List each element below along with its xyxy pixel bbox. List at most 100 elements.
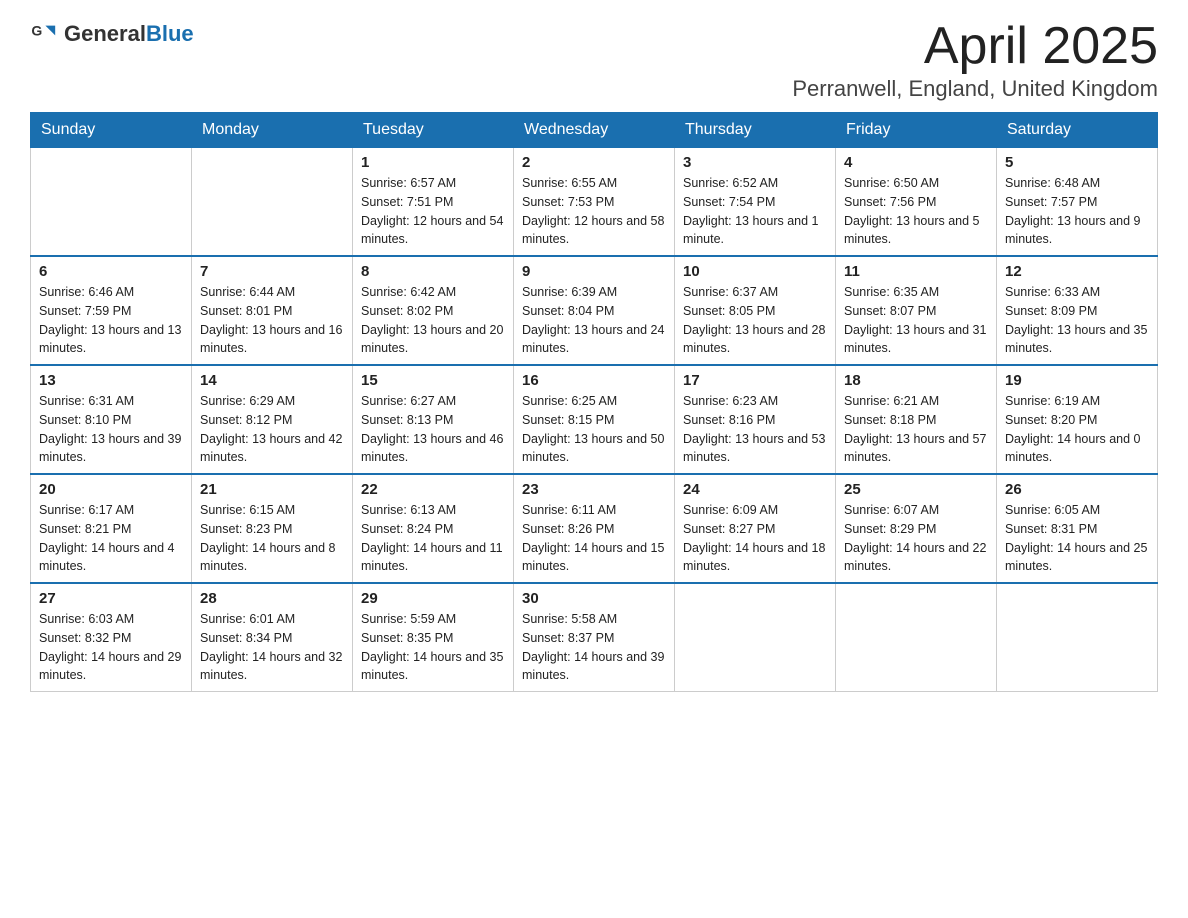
calendar-table: Sunday Monday Tuesday Wednesday Thursday… bbox=[30, 112, 1158, 692]
calendar-week-row: 20Sunrise: 6:17 AMSunset: 8:21 PMDayligh… bbox=[31, 474, 1158, 583]
calendar-cell: 19 Sunrise: 6:19 AMSunset: 8:20 PMDayligh… bbox=[997, 365, 1158, 474]
day-info: Sunrise: 6:01 AMSunset: 8:34 PMDaylight:… bbox=[200, 610, 344, 685]
title-block: April 2025 Perranwell, England, United K… bbox=[792, 20, 1158, 102]
day-number: 2 bbox=[522, 154, 666, 171]
day-number: 7 bbox=[200, 263, 344, 280]
day-info: Sunrise: 6:27 AMSunset: 8:13 PMDaylight:… bbox=[361, 392, 505, 467]
calendar-cell: 30 Sunrise: 5:58 AMSunset: 8:37 PMDayligh… bbox=[514, 583, 675, 692]
day-number: 23 bbox=[522, 481, 666, 498]
col-friday: Friday bbox=[836, 113, 997, 148]
day-number: 17 bbox=[683, 372, 827, 389]
day-info: Sunrise: 6:57 AMSunset: 7:51 PMDaylight:… bbox=[361, 174, 505, 249]
month-title: April 2025 bbox=[792, 20, 1158, 72]
calendar-cell: 7 Sunrise: 6:44 AMSunset: 8:01 PMDaylight… bbox=[192, 256, 353, 365]
calendar-cell: 21 Sunrise: 6:15 AMSunset: 8:23 PMDayligh… bbox=[192, 474, 353, 583]
calendar-cell: 29 Sunrise: 5:59 AMSunset: 8:35 PMDayligh… bbox=[353, 583, 514, 692]
day-number: 8 bbox=[361, 263, 505, 280]
day-info: Sunrise: 6:03 AMSunset: 8:32 PMDaylight:… bbox=[39, 610, 183, 685]
day-number: 10 bbox=[683, 263, 827, 280]
day-number: 21 bbox=[200, 481, 344, 498]
day-info: Sunrise: 6:17 AMSunset: 8:21 PMDaylight:… bbox=[39, 501, 183, 576]
day-number: 29 bbox=[361, 590, 505, 607]
day-number: 14 bbox=[200, 372, 344, 389]
calendar-cell bbox=[675, 583, 836, 692]
day-info: Sunrise: 6:25 AMSunset: 8:15 PMDaylight:… bbox=[522, 392, 666, 467]
location-title: Perranwell, England, United Kingdom bbox=[792, 76, 1158, 102]
calendar-cell: 12 Sunrise: 6:33 AMSunset: 8:09 PMDayligh… bbox=[997, 256, 1158, 365]
calendar-cell: 24 Sunrise: 6:09 AMSunset: 8:27 PMDayligh… bbox=[675, 474, 836, 583]
day-number: 13 bbox=[39, 372, 183, 389]
calendar-cell bbox=[31, 148, 192, 257]
logo: G GeneralBlue bbox=[30, 20, 194, 48]
calendar-cell: 15Sunrise: 6:27 AMSunset: 8:13 PMDayligh… bbox=[353, 365, 514, 474]
day-number: 28 bbox=[200, 590, 344, 607]
col-tuesday: Tuesday bbox=[353, 113, 514, 148]
calendar-cell: 4 Sunrise: 6:50 AMSunset: 7:56 PMDaylight… bbox=[836, 148, 997, 257]
day-info: Sunrise: 6:44 AMSunset: 8:01 PMDaylight:… bbox=[200, 283, 344, 358]
calendar-cell: 25Sunrise: 6:07 AMSunset: 8:29 PMDayligh… bbox=[836, 474, 997, 583]
day-number: 6 bbox=[39, 263, 183, 280]
col-monday: Monday bbox=[192, 113, 353, 148]
calendar-cell bbox=[997, 583, 1158, 692]
day-number: 22 bbox=[361, 481, 505, 498]
calendar-cell: 20Sunrise: 6:17 AMSunset: 8:21 PMDayligh… bbox=[31, 474, 192, 583]
day-info: Sunrise: 6:29 AMSunset: 8:12 PMDaylight:… bbox=[200, 392, 344, 467]
day-info: Sunrise: 6:35 AMSunset: 8:07 PMDaylight:… bbox=[844, 283, 988, 358]
day-info: Sunrise: 6:15 AMSunset: 8:23 PMDaylight:… bbox=[200, 501, 344, 576]
day-number: 3 bbox=[683, 154, 827, 171]
day-number: 25 bbox=[844, 481, 988, 498]
general-blue-logo-icon: G bbox=[30, 20, 58, 48]
day-info: Sunrise: 6:05 AMSunset: 8:31 PMDaylight:… bbox=[1005, 501, 1149, 576]
day-info: Sunrise: 6:39 AMSunset: 8:04 PMDaylight:… bbox=[522, 283, 666, 358]
day-number: 19 bbox=[1005, 372, 1149, 389]
calendar-cell: 10 Sunrise: 6:37 AMSunset: 8:05 PMDayligh… bbox=[675, 256, 836, 365]
day-info: Sunrise: 6:37 AMSunset: 8:05 PMDaylight:… bbox=[683, 283, 827, 358]
calendar-cell: 3 Sunrise: 6:52 AMSunset: 7:54 PMDaylight… bbox=[675, 148, 836, 257]
day-info: Sunrise: 6:46 AMSunset: 7:59 PMDaylight:… bbox=[39, 283, 183, 358]
day-info: Sunrise: 6:21 AMSunset: 8:18 PMDaylight:… bbox=[844, 392, 988, 467]
day-info: Sunrise: 6:09 AMSunset: 8:27 PMDaylight:… bbox=[683, 501, 827, 576]
day-number: 26 bbox=[1005, 481, 1149, 498]
col-wednesday: Wednesday bbox=[514, 113, 675, 148]
day-info: Sunrise: 6:19 AMSunset: 8:20 PMDaylight:… bbox=[1005, 392, 1149, 467]
logo-blue-text: Blue bbox=[146, 21, 194, 46]
calendar-cell: 13 Sunrise: 6:31 AMSunset: 8:10 PMDayligh… bbox=[31, 365, 192, 474]
day-info: Sunrise: 6:23 AMSunset: 8:16 PMDaylight:… bbox=[683, 392, 827, 467]
svg-text:G: G bbox=[31, 22, 42, 38]
day-number: 12 bbox=[1005, 263, 1149, 280]
col-saturday: Saturday bbox=[997, 113, 1158, 148]
day-number: 4 bbox=[844, 154, 988, 171]
day-number: 18 bbox=[844, 372, 988, 389]
calendar-cell: 23 Sunrise: 6:11 AMSunset: 8:26 PMDayligh… bbox=[514, 474, 675, 583]
day-info: Sunrise: 6:11 AMSunset: 8:26 PMDaylight:… bbox=[522, 501, 666, 576]
day-number: 5 bbox=[1005, 154, 1149, 171]
calendar-cell: 26 Sunrise: 6:05 AMSunset: 8:31 PMDayligh… bbox=[997, 474, 1158, 583]
day-info: Sunrise: 6:13 AMSunset: 8:24 PMDaylight:… bbox=[361, 501, 505, 576]
day-info: Sunrise: 6:52 AMSunset: 7:54 PMDaylight:… bbox=[683, 174, 827, 249]
day-info: Sunrise: 6:50 AMSunset: 7:56 PMDaylight:… bbox=[844, 174, 988, 249]
calendar-cell: 28 Sunrise: 6:01 AMSunset: 8:34 PMDayligh… bbox=[192, 583, 353, 692]
day-info: Sunrise: 5:58 AMSunset: 8:37 PMDaylight:… bbox=[522, 610, 666, 685]
day-number: 24 bbox=[683, 481, 827, 498]
calendar-header-row: Sunday Monday Tuesday Wednesday Thursday… bbox=[31, 113, 1158, 148]
day-info: Sunrise: 6:31 AMSunset: 8:10 PMDaylight:… bbox=[39, 392, 183, 467]
calendar-cell bbox=[836, 583, 997, 692]
calendar-cell: 22 Sunrise: 6:13 AMSunset: 8:24 PMDayligh… bbox=[353, 474, 514, 583]
calendar-week-row: 1Sunrise: 6:57 AMSunset: 7:51 PMDaylight… bbox=[31, 148, 1158, 257]
day-number: 30 bbox=[522, 590, 666, 607]
day-number: 27 bbox=[39, 590, 183, 607]
day-info: Sunrise: 6:55 AMSunset: 7:53 PMDaylight:… bbox=[522, 174, 666, 249]
page-header: G GeneralBlue April 2025 Perranwell, Eng… bbox=[30, 20, 1158, 102]
day-info: Sunrise: 6:33 AMSunset: 8:09 PMDaylight:… bbox=[1005, 283, 1149, 358]
calendar-week-row: 6 Sunrise: 6:46 AMSunset: 7:59 PMDaylight… bbox=[31, 256, 1158, 365]
calendar-cell: 17 Sunrise: 6:23 AMSunset: 8:16 PMDayligh… bbox=[675, 365, 836, 474]
calendar-cell: 27 Sunrise: 6:03 AMSunset: 8:32 PMDayligh… bbox=[31, 583, 192, 692]
day-number: 9 bbox=[522, 263, 666, 280]
calendar-cell: 16 Sunrise: 6:25 AMSunset: 8:15 PMDayligh… bbox=[514, 365, 675, 474]
col-thursday: Thursday bbox=[675, 113, 836, 148]
day-info: Sunrise: 5:59 AMSunset: 8:35 PMDaylight:… bbox=[361, 610, 505, 685]
calendar-cell: 14 Sunrise: 6:29 AMSunset: 8:12 PMDayligh… bbox=[192, 365, 353, 474]
day-info: Sunrise: 6:42 AMSunset: 8:02 PMDaylight:… bbox=[361, 283, 505, 358]
day-info: Sunrise: 6:48 AMSunset: 7:57 PMDaylight:… bbox=[1005, 174, 1149, 249]
day-number: 16 bbox=[522, 372, 666, 389]
